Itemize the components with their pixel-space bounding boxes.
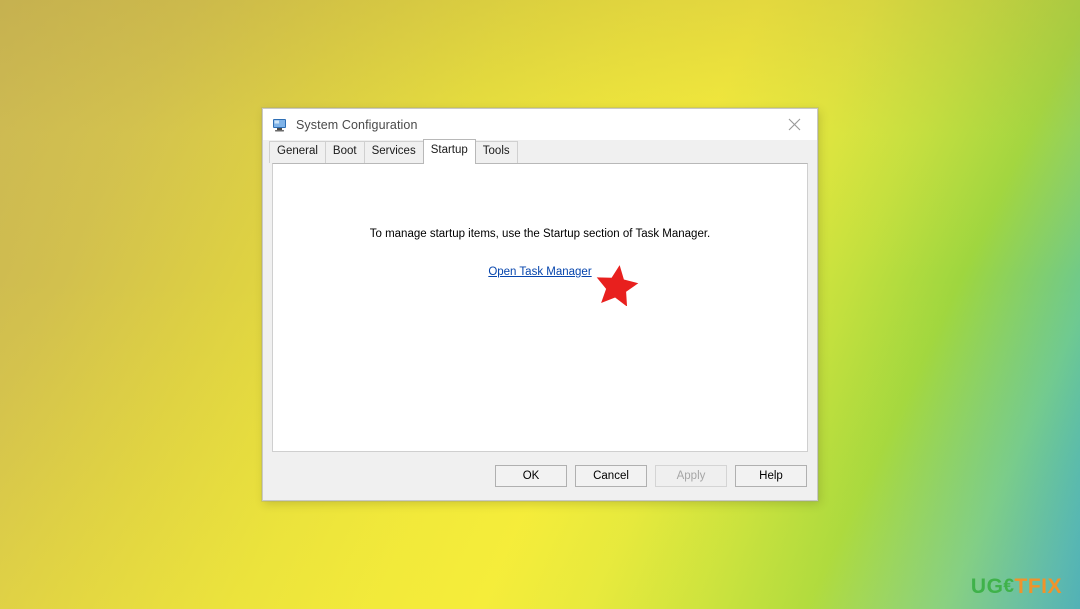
system-configuration-dialog: System Configuration General Boot Servic… xyxy=(262,108,818,501)
watermark-letter-e: € xyxy=(1003,576,1015,597)
close-icon[interactable] xyxy=(772,109,817,140)
watermark-letter-g: G xyxy=(986,575,1004,598)
tab-services[interactable]: Services xyxy=(363,141,424,163)
open-task-manager-link-wrapper: Open Task Manager xyxy=(273,262,807,280)
open-task-manager-link[interactable]: Open Task Manager xyxy=(488,266,591,278)
tab-tools[interactable]: Tools xyxy=(474,141,518,163)
ok-button[interactable]: OK xyxy=(495,465,567,487)
tab-boot[interactable]: Boot xyxy=(324,141,365,163)
ugetfix-watermark: U G € T F I X xyxy=(971,576,1062,597)
dialog-title: System Configuration xyxy=(296,117,418,132)
dialog-titlebar: System Configuration xyxy=(263,109,817,140)
watermark-letter-f: F xyxy=(1027,575,1042,598)
dialog-tabstrip: General Boot Services Startup Tools xyxy=(263,139,817,164)
cancel-button[interactable]: Cancel xyxy=(575,465,647,487)
star-annotation-icon xyxy=(595,262,639,307)
startup-tab-panel: To manage startup items, use the Startup… xyxy=(272,163,808,452)
tab-startup[interactable]: Startup xyxy=(422,139,476,164)
watermark-letter-u: U xyxy=(970,575,987,598)
apply-button: Apply xyxy=(655,465,727,487)
system-configuration-icon xyxy=(272,117,288,133)
help-button[interactable]: Help xyxy=(735,465,807,487)
startup-instruction-text: To manage startup items, use the Startup… xyxy=(369,228,711,240)
watermark-letter-x: X xyxy=(1047,575,1062,598)
watermark-letter-t: T xyxy=(1014,575,1028,598)
tab-general[interactable]: General xyxy=(269,141,326,163)
dialog-button-bar: OK Cancel Apply Help xyxy=(263,452,817,500)
